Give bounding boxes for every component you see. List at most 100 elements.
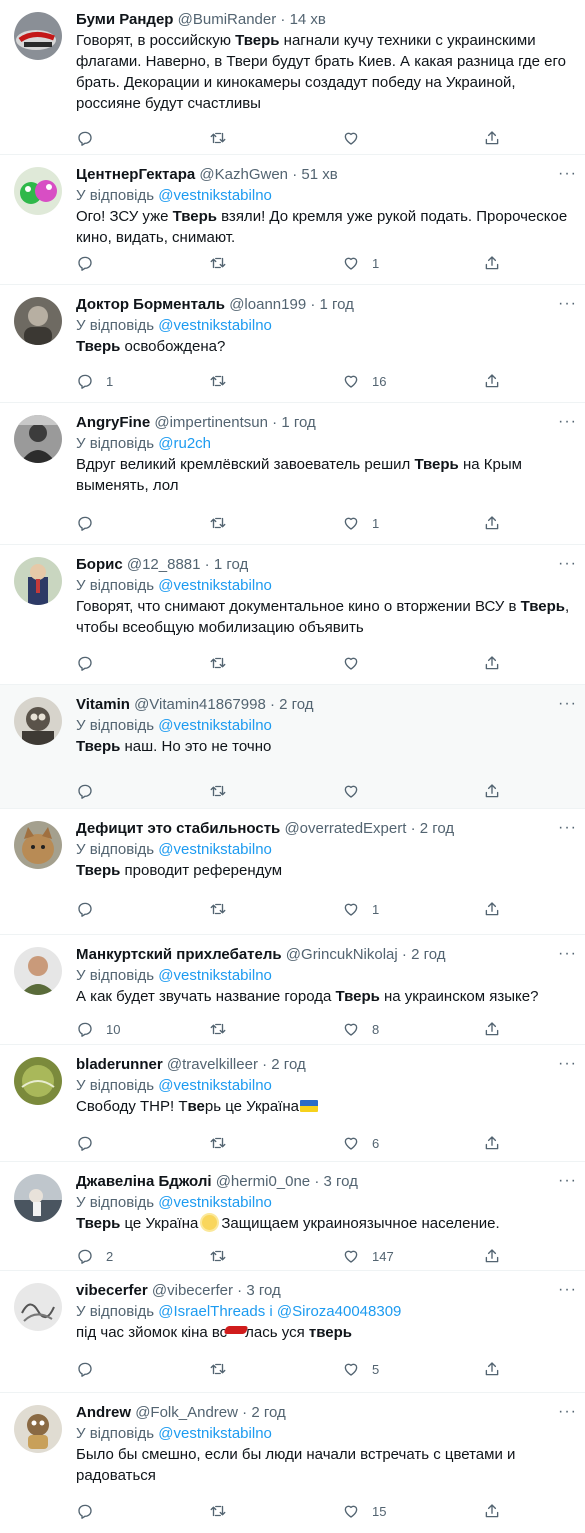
tweet[interactable]: Буми Рандер @BumiRander · 14 хв Говорят,… [0,0,585,155]
reply-button[interactable] [76,1501,106,1521]
share-button[interactable] [483,653,501,673]
user-name[interactable]: Vitamin [76,696,130,713]
user-handle[interactable]: @overratedExpert [284,820,406,837]
timestamp[interactable]: 14 хв [290,11,326,28]
tweet[interactable]: vibecerfer @vibecerfer · 3 год У відпові… [0,1271,585,1393]
avatar[interactable] [14,415,62,463]
user-name[interactable]: bladerunner [76,1056,163,1073]
user-handle[interactable]: @Folk_Andrew [135,1404,238,1421]
share-button[interactable] [483,513,501,533]
share-button[interactable] [483,253,501,273]
user-handle[interactable]: @loann199 [229,296,306,313]
more-icon[interactable]: ··· [558,413,577,431]
tweet[interactable]: Vitamin @Vitamin41867998 · 2 год У відпо… [0,685,585,809]
mention-link[interactable]: @vestnikstabilno [158,841,272,858]
like-button[interactable]: 5 [342,1359,379,1379]
retweet-button[interactable] [209,1246,227,1266]
like-button[interactable]: 15 [342,1501,386,1521]
tweet[interactable]: ЦентнерГектара @KazhGwen · 51 хв У відпо… [0,155,585,285]
timestamp[interactable]: 1 год [281,414,315,431]
retweet-button[interactable] [209,371,227,391]
user-handle[interactable]: @KazhGwen [199,166,288,183]
mention-link[interactable]: @vestnikstabilno [158,577,272,594]
retweet-button[interactable] [209,1501,227,1521]
avatar[interactable] [14,697,62,745]
more-icon[interactable]: ··· [558,1055,577,1073]
like-button[interactable]: 8 [342,1019,379,1039]
more-icon[interactable]: ··· [558,555,577,573]
avatar[interactable] [14,947,62,995]
user-handle[interactable]: @impertinentsun [154,414,268,431]
user-handle[interactable]: @12_8881 [127,556,201,573]
avatar[interactable] [14,1283,62,1331]
reply-button[interactable] [76,253,106,273]
reply-button[interactable] [76,653,106,673]
retweet-button[interactable] [209,653,227,673]
mention-link[interactable]: @vestnikstabilno [158,1194,272,1211]
mention-link[interactable]: @vestnikstabilno [158,717,272,734]
share-button[interactable] [483,1501,501,1521]
reply-button[interactable] [76,513,106,533]
user-name[interactable]: Борис [76,556,123,573]
tweet[interactable]: Джавеліна Бджолі @hermi0_0ne · 3 год У в… [0,1162,585,1271]
user-handle[interactable]: @travelkilleer [167,1056,258,1073]
share-button[interactable] [483,1359,501,1379]
reply-button[interactable] [76,1133,106,1153]
reply-button[interactable]: 1 [76,371,113,391]
like-button[interactable]: 1 [342,253,379,273]
avatar[interactable] [14,297,62,345]
retweet-button[interactable] [209,781,227,801]
share-button[interactable] [483,1133,501,1153]
like-button[interactable] [342,781,372,801]
retweet-button[interactable] [209,253,227,273]
avatar[interactable] [14,12,62,60]
more-icon[interactable]: ··· [558,1172,577,1190]
mention-link[interactable]: @vestnikstabilno [158,1425,272,1442]
user-handle[interactable]: @vibecerfer [152,1282,233,1299]
timestamp[interactable]: 3 год [246,1282,280,1299]
more-icon[interactable]: ··· [558,165,577,183]
user-handle[interactable]: @BumiRander [178,11,277,28]
retweet-button[interactable] [209,513,227,533]
mention-link[interactable]: @IsraelThreads [158,1303,265,1320]
like-button[interactable]: 1 [342,513,379,533]
like-button[interactable]: 6 [342,1133,379,1153]
reply-button[interactable] [76,781,106,801]
more-icon[interactable]: ··· [558,945,577,963]
avatar[interactable] [14,167,62,215]
timestamp[interactable]: 2 год [251,1404,285,1421]
tweet[interactable]: Борис @12_8881 · 1 год У відповідь @vest… [0,545,585,685]
timestamp[interactable]: 2 год [420,820,454,837]
more-icon[interactable]: ··· [558,819,577,837]
user-name[interactable]: ЦентнерГектара [76,166,195,183]
retweet-button[interactable] [209,1019,227,1039]
mention-link[interactable]: @Siroza40048309 [277,1303,401,1320]
avatar[interactable] [14,1057,62,1105]
retweet-button[interactable] [209,899,227,919]
user-name[interactable]: Дефицит это стабильность [76,820,280,837]
share-button[interactable] [483,1246,501,1266]
like-button[interactable]: 147 [342,1246,394,1266]
tweet[interactable]: Манкуртский прихлебатель @GrincukNikolaj… [0,935,585,1045]
timestamp[interactable]: 2 год [411,946,445,963]
user-name[interactable]: Манкуртский прихлебатель [76,946,282,963]
mention-link[interactable]: @ru2ch [158,435,211,452]
more-icon[interactable]: ··· [558,1403,577,1421]
retweet-button[interactable] [209,1133,227,1153]
user-name[interactable]: Andrew [76,1404,131,1421]
like-button[interactable] [342,653,372,673]
reply-button[interactable]: 10 [76,1019,120,1039]
avatar[interactable] [14,1174,62,1222]
tweet[interactable]: Andrew @Folk_Andrew · 2 год У відповідь … [0,1393,585,1533]
like-button[interactable]: 1 [342,899,379,919]
avatar[interactable] [14,1405,62,1453]
more-icon[interactable]: ··· [558,295,577,313]
user-name[interactable]: vibecerfer [76,1282,148,1299]
user-name[interactable]: Буми Рандер [76,11,173,28]
tweet[interactable]: bladerunner @travelkilleer · 2 год У від… [0,1045,585,1162]
reply-button[interactable] [76,128,106,148]
user-handle[interactable]: @GrincukNikolaj [286,946,398,963]
share-button[interactable] [483,899,501,919]
reply-button[interactable] [76,899,106,919]
reply-button[interactable] [76,1359,106,1379]
